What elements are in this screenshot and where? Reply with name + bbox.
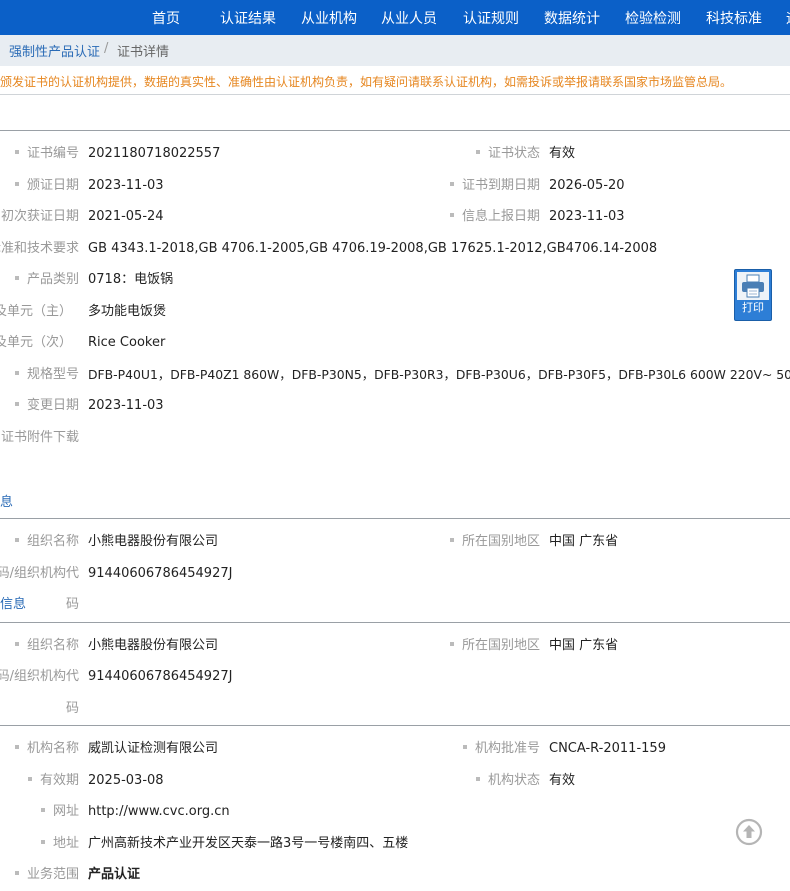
- value-cert-status: 有效: [549, 146, 576, 161]
- label-agency-name: 机构名称: [14, 740, 79, 758]
- bullet-icon: [14, 744, 19, 749]
- value-cert-no: 2021180718022557: [88, 146, 221, 161]
- label-issue-date: 颁证日期: [14, 177, 79, 195]
- value-holder-region: 中国 广东省: [549, 534, 619, 549]
- breadcrumb-separator: /: [104, 41, 109, 56]
- divider: [0, 130, 790, 131]
- bullet-icon: [475, 776, 480, 781]
- label-standards: 标准和技术要求: [0, 241, 79, 256]
- value-manufacturer-code: 91440606786454927J: [88, 669, 233, 684]
- label-unit-main: 及单元（主）: [0, 304, 72, 319]
- label-agency-status: 机构状态: [475, 772, 540, 790]
- value-standards: GB 4343.1-2018,GB 4706.1-2005,GB 4706.19…: [88, 241, 658, 256]
- nav-cert-rules[interactable]: 认证规则: [463, 0, 519, 35]
- section-title-manufacturer: 信息: [0, 597, 27, 612]
- label-holder-code: 码/组织机构代: [0, 566, 79, 581]
- nav-institutions[interactable]: 从业机构: [301, 0, 357, 35]
- nav-statistics[interactable]: 数据统计: [544, 0, 600, 35]
- label-holder-org-name: 组织名称: [14, 533, 79, 551]
- bullet-icon: [449, 641, 454, 646]
- bullet-icon: [462, 744, 467, 749]
- section-title-holder: 息: [0, 495, 14, 510]
- label-manufacturer-org-name: 组织名称: [14, 637, 79, 655]
- label-expiry-date: 证书到期日期: [449, 177, 540, 195]
- value-unit-main: 多功能电饭煲: [88, 304, 167, 319]
- value-first-date: 2021-05-24: [88, 209, 164, 224]
- label-manufacturer-code: 码/组织机构代: [0, 669, 79, 684]
- top-nav: 首页 认证结果 从业机构 从业人员 认证规则 数据统计 检验检测 科技标准 运: [0, 0, 790, 35]
- divider: [0, 622, 790, 623]
- bullet-icon: [14, 401, 19, 406]
- value-agency-approval-no: CNCA-R-2011-159: [549, 741, 666, 756]
- breadcrumb-parent[interactable]: 强制性产品认证: [9, 41, 100, 60]
- bullet-icon: [40, 839, 45, 844]
- label-agency-valid-until: 有效期: [27, 772, 79, 790]
- value-manufacturer-org-name: 小熊电器股份有限公司: [88, 638, 219, 653]
- bullet-icon: [14, 370, 19, 375]
- bullet-icon: [14, 149, 19, 154]
- nav-standards[interactable]: 科技标准: [706, 0, 762, 35]
- nav-inspection[interactable]: 检验检测: [625, 0, 681, 35]
- value-holder-code: 91440606786454927J: [88, 566, 233, 581]
- label-manufacturer-code-tail: 码: [65, 701, 79, 716]
- value-agency-scope: 产品认证: [88, 867, 141, 882]
- label-unit-sub: 及单元（次）: [0, 335, 72, 350]
- breadcrumb-current: 证书详情: [117, 45, 170, 60]
- value-manufacturer-region: 中国 广东省: [549, 638, 619, 653]
- value-issue-date: 2023-11-03: [88, 178, 164, 193]
- label-models: 规格型号: [14, 366, 79, 384]
- print-label: 打印: [742, 301, 764, 314]
- value-holder-org-name: 小熊电器股份有限公司: [88, 534, 219, 549]
- value-agency-website[interactable]: http://www.cvc.org.cn: [88, 803, 230, 821]
- value-models: DFB-P40U1，DFB-P40Z1 860W，DFB-P30N5，DFB-P…: [88, 367, 790, 382]
- bullet-icon: [14, 641, 19, 646]
- label-agency-website: 网址: [40, 803, 79, 821]
- bullet-icon: [449, 212, 454, 217]
- print-button[interactable]: 打印: [734, 269, 772, 321]
- value-expiry-date: 2026-05-20: [549, 178, 625, 193]
- label-agency-address: 地址: [40, 835, 79, 853]
- label-agency-scope: 业务范围: [14, 866, 79, 884]
- label-cert-status: 证书状态: [475, 145, 540, 163]
- bullet-icon: [14, 275, 19, 280]
- label-attachment-download[interactable]: 证书附件下载: [1, 429, 79, 447]
- value-change-date: 2023-11-03: [88, 398, 164, 413]
- nav-personnel[interactable]: 从业人员: [381, 0, 437, 35]
- value-category: 0718：电饭锅: [88, 272, 174, 287]
- breadcrumb: 强制性产品认证 / 证书详情: [0, 35, 790, 66]
- back-to-top-button[interactable]: [735, 818, 763, 846]
- bullet-icon: [14, 870, 19, 875]
- label-change-date: 变更日期: [14, 397, 79, 415]
- value-agency-status: 有效: [549, 773, 576, 788]
- value-report-date: 2023-11-03: [549, 209, 625, 224]
- printer-icon: [742, 274, 764, 298]
- bullet-icon: [449, 181, 454, 186]
- value-agency-address: 广州高新技术产业开发区天泰一路3号一号楼南四、五楼: [88, 836, 409, 851]
- label-cert-no: 证书编号: [14, 145, 79, 163]
- value-agency-valid-until: 2025-03-08: [88, 773, 164, 788]
- divider: [0, 94, 790, 95]
- nav-more[interactable]: 运: [786, 0, 790, 35]
- nav-cert-results[interactable]: 认证结果: [220, 0, 276, 35]
- bullet-icon: [40, 807, 45, 812]
- label-holder-region: 所在国别地区: [449, 533, 540, 551]
- nav-home[interactable]: 首页: [152, 0, 180, 35]
- value-agency-name: 威凯认证检测有限公司: [88, 741, 219, 756]
- bullet-icon: [449, 537, 454, 542]
- data-source-notice: 颁发证书的认证机构提供，数据的真实性、准确性由认证机构负责，如有疑问请联系认证机…: [0, 75, 733, 89]
- bullet-icon: [27, 776, 32, 781]
- label-manufacturer-region: 所在国别地区: [449, 637, 540, 655]
- value-unit-sub: Rice Cooker: [88, 335, 166, 350]
- label-category: 产品类别: [14, 271, 79, 289]
- label-agency-approval-no: 机构批准号: [462, 740, 540, 758]
- bullet-icon: [475, 149, 480, 154]
- label-holder-code-tail: 码: [65, 597, 79, 612]
- divider: [0, 518, 790, 519]
- label-report-date: 信息上报日期: [449, 208, 540, 226]
- bullet-icon: [14, 537, 19, 542]
- arrow-up-circle-icon: [735, 818, 763, 846]
- bullet-icon: [14, 181, 19, 186]
- label-first-date: 初次获证日期: [0, 209, 79, 224]
- divider: [0, 725, 790, 726]
